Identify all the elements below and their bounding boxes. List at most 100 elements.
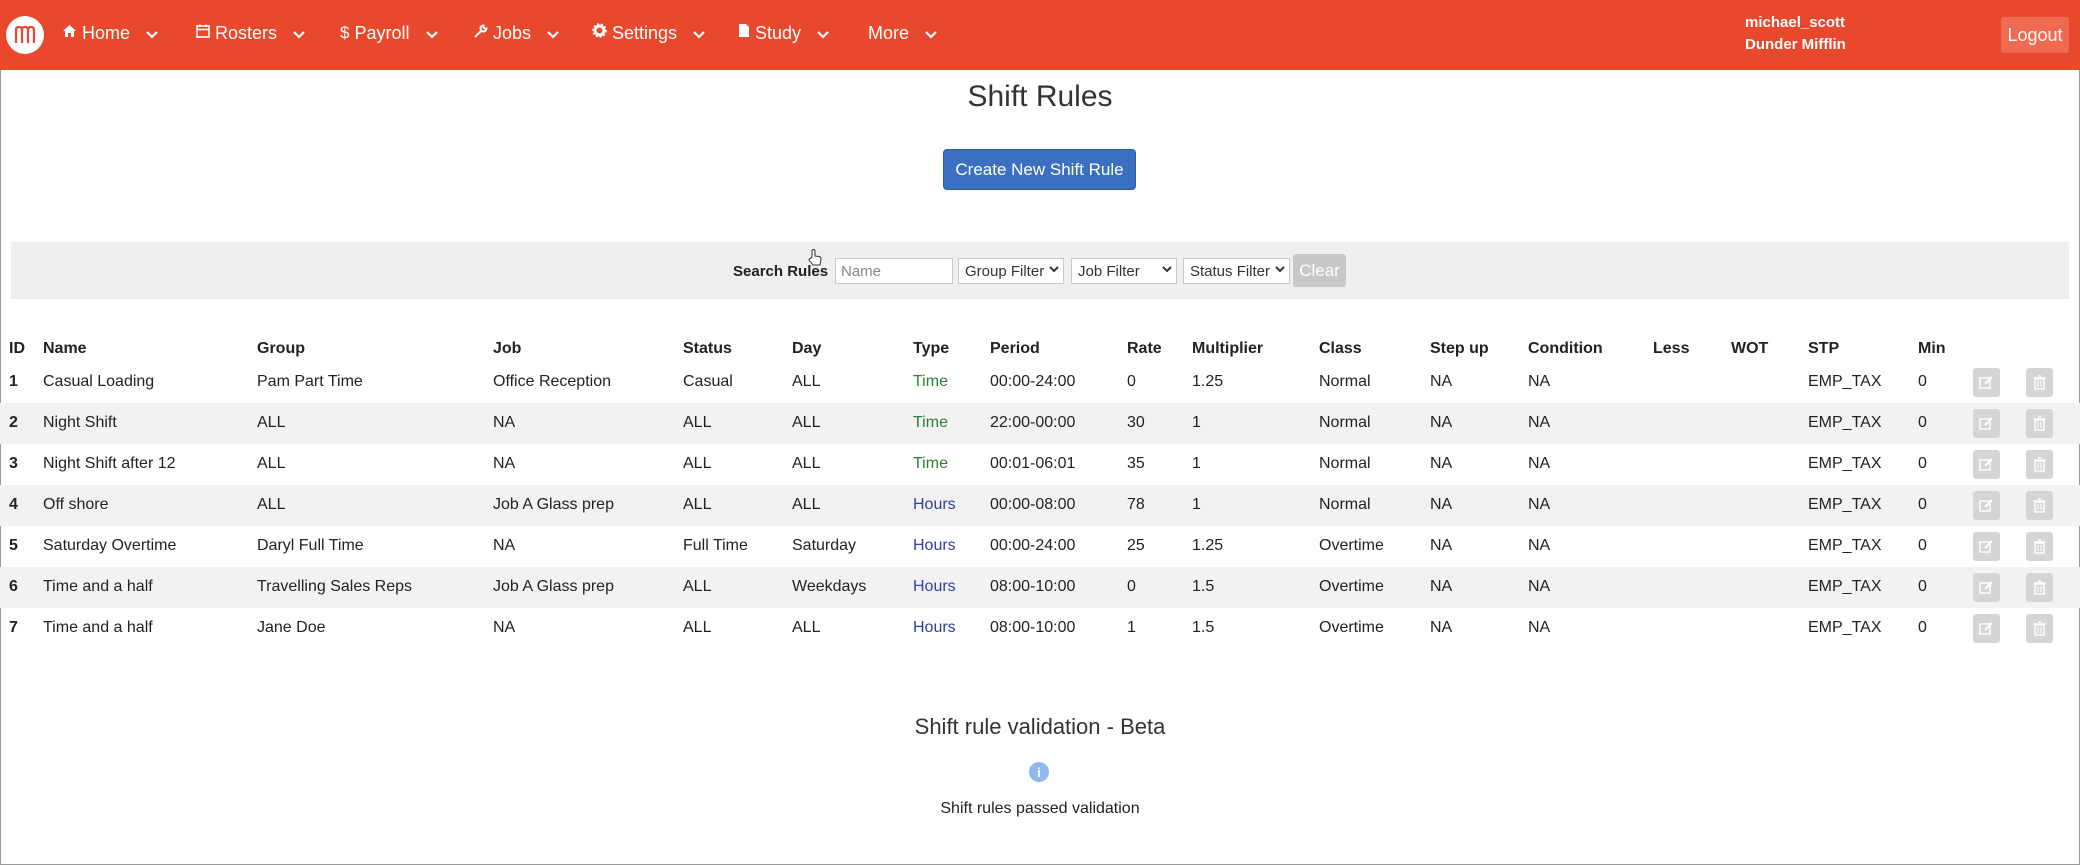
cell-rate: 0 [1127, 373, 1136, 390]
cell-group: ALL [257, 496, 286, 513]
cell-step-up: NA [1430, 619, 1453, 636]
cell-rate: 25 [1127, 537, 1145, 554]
nav-study[interactable]: Study [738, 0, 829, 66]
trash-icon[interactable] [2026, 450, 2053, 479]
cell-day: ALL [792, 414, 821, 431]
validation-message: Shift rules passed validation [940, 800, 1140, 817]
create-shift-rule-button[interactable]: Create New Shift Rule [943, 149, 1136, 190]
cell-condition: NA [1528, 537, 1551, 554]
logout-button[interactable]: Logout [2001, 17, 2069, 53]
cell-id: 5 [9, 537, 18, 554]
chevron-down-icon [425, 23, 438, 44]
cell-stp: EMP_TAX [1808, 373, 1882, 390]
cell-type: Hours [913, 537, 956, 554]
trash-icon[interactable] [2026, 368, 2053, 397]
nav-settings[interactable]: Settings [592, 0, 705, 66]
cell-step-up: NA [1430, 578, 1453, 595]
edit-icon[interactable] [1973, 532, 2000, 561]
chevron-down-icon [817, 23, 829, 44]
nav-jobs[interactable]: Jobs [474, 0, 559, 66]
trash-icon[interactable] [2026, 491, 2053, 520]
chevron-down-icon [1275, 262, 1285, 276]
cell-period: 08:00-10:00 [990, 578, 1076, 595]
chevron-down-icon [547, 23, 559, 44]
trash-icon[interactable] [2026, 409, 2053, 438]
app-logo[interactable] [6, 16, 44, 54]
col-header-rate: Rate [1127, 340, 1162, 357]
trash-icon[interactable] [2026, 614, 2053, 643]
chevron-down-icon [1162, 262, 1172, 276]
cell-min: 0 [1918, 578, 1927, 595]
name-search-placeholder: Name [841, 262, 882, 280]
table-row: 6 Time and a half Travelling Sales Reps Job… [0, 567, 2080, 608]
nav-more-label: More [868, 22, 910, 43]
col-header-day: Day [792, 340, 822, 357]
nav-rosters[interactable]: Rosters [196, 0, 305, 66]
hand-cursor-icon [808, 248, 822, 272]
chevron-down-icon [293, 23, 305, 44]
company-name: Dunder Mifflin [1745, 36, 1846, 53]
edit-icon[interactable] [1973, 450, 2000, 479]
group-filter-value: Group Filter [965, 262, 1045, 280]
edit-icon[interactable] [1973, 614, 2000, 643]
cell-id: 3 [9, 455, 18, 472]
col-header-type: Type [913, 340, 950, 357]
cell-name: Casual Loading [43, 373, 155, 390]
cell-type: Hours [913, 496, 956, 513]
edit-icon[interactable] [1973, 409, 2000, 438]
trash-icon[interactable] [2026, 573, 2053, 602]
nav-jobs-label: Jobs [493, 22, 532, 43]
user-name: michael_scott [1745, 14, 1846, 31]
cell-day: Saturday [792, 537, 857, 554]
cell-class: Normal [1319, 373, 1371, 390]
cell-group: Pam Part Time [257, 373, 363, 390]
cell-group: ALL [257, 414, 286, 431]
edit-icon[interactable] [1973, 491, 2000, 520]
cell-period: 00:00-24:00 [990, 373, 1076, 390]
nav-rosters-label: Rosters [215, 22, 278, 43]
chevron-down-icon [925, 23, 937, 44]
nav-home-label: Home [82, 22, 131, 43]
calendar-icon [196, 24, 210, 43]
cell-name: Night Shift after 12 [43, 455, 176, 472]
cell-class: Overtime [1319, 619, 1384, 636]
clear-button[interactable]: Clear [1293, 254, 1346, 287]
cell-period: 00:01-06:01 [990, 455, 1076, 472]
nav-payroll-label: Payroll [354, 22, 410, 43]
nav-payroll[interactable]: $ Payroll [340, 0, 438, 66]
cell-multiplier: 1 [1192, 496, 1201, 513]
table-row: 2 Night Shift ALL NA ALL ALL Time 22:00-00:00 30… [0, 403, 2080, 444]
info-icon: i [1029, 762, 1049, 782]
cell-rate: 0 [1127, 578, 1136, 595]
col-header-period: Period [990, 340, 1040, 357]
cell-multiplier: 1 [1192, 455, 1201, 472]
cell-name: Saturday Overtime [43, 537, 177, 554]
cell-id: 7 [9, 619, 18, 636]
edit-icon[interactable] [1973, 368, 2000, 397]
col-header-group: Group [257, 340, 305, 357]
nav-home[interactable]: Home [62, 0, 158, 66]
user-info[interactable]: michael_scott Dunder Mifflin [1745, 12, 1846, 56]
cell-multiplier: 1.25 [1192, 373, 1224, 390]
chevron-down-icon [1049, 262, 1059, 276]
col-header-min: Min [1918, 340, 1946, 357]
cell-condition: NA [1528, 373, 1551, 390]
cell-step-up: NA [1430, 537, 1453, 554]
validation-title: Shift rule validation - Beta [914, 714, 1166, 739]
trash-icon[interactable] [2026, 532, 2053, 561]
status-filter-select[interactable]: Status Filter [1183, 258, 1290, 284]
cell-id: 1 [9, 373, 18, 390]
nav-more[interactable]: More [868, 0, 937, 66]
job-filter-value: Job Filter [1078, 262, 1140, 280]
group-filter-select[interactable]: Group Filter [958, 258, 1064, 284]
cell-type: Time [913, 414, 948, 431]
cell-multiplier: 1.25 [1192, 537, 1224, 554]
nav-study-label: Study [755, 22, 802, 43]
name-search-input[interactable]: Name [835, 258, 953, 284]
cell-step-up: NA [1430, 496, 1453, 513]
cell-class: Normal [1319, 414, 1371, 431]
cell-condition: NA [1528, 496, 1551, 513]
cell-name: Time and a half [43, 578, 153, 595]
job-filter-select[interactable]: Job Filter [1071, 258, 1177, 284]
edit-icon[interactable] [1973, 573, 2000, 602]
